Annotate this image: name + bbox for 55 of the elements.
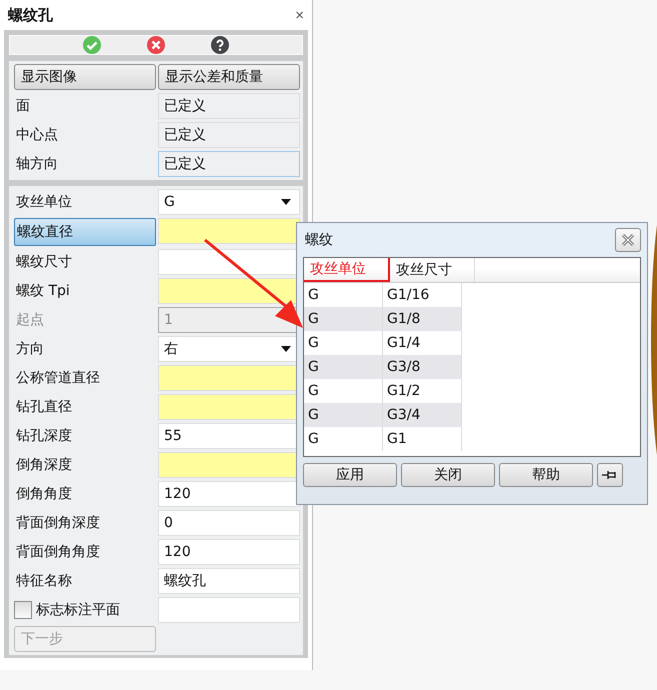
- field-label[interactable]: 螺纹尺寸: [14, 249, 156, 275]
- field-label[interactable]: 特征名称: [14, 568, 156, 594]
- status-field[interactable]: 已定义: [158, 93, 300, 119]
- field-label[interactable]: 背面倒角角度: [14, 539, 156, 565]
- field-label: 中心点: [15, 126, 59, 145]
- close-button[interactable]: [615, 228, 641, 252]
- input-field[interactable]: 120: [158, 481, 300, 507]
- field-label[interactable]: 倒角角度: [14, 481, 156, 507]
- panel-title: 螺纹孔: [8, 6, 53, 24]
- table-cell: G: [304, 307, 383, 331]
- field-label[interactable]: 攻丝单位: [14, 189, 156, 215]
- field-label[interactable]: 倒角深度: [14, 452, 156, 478]
- input-field[interactable]: [158, 218, 300, 244]
- column-header[interactable]: 攻丝尺寸: [390, 258, 475, 282]
- table-cell: G3/8: [383, 355, 462, 379]
- status-field[interactable]: 已定义: [158, 122, 300, 148]
- field-label[interactable]: 背面倒角深度: [14, 510, 156, 536]
- view-button[interactable]: 显示公差和质量: [158, 64, 300, 90]
- confirm-icon[interactable]: [83, 36, 101, 54]
- caret-icon: [281, 346, 291, 352]
- dropdown[interactable]: G: [158, 189, 300, 215]
- pin-icon: [602, 470, 618, 480]
- status-field[interactable]: 已定义: [158, 151, 300, 177]
- close-button[interactable]: ×: [293, 6, 306, 24]
- column-header[interactable]: 攻丝单位: [304, 258, 390, 282]
- input-field[interactable]: [158, 597, 300, 623]
- close-icon: [621, 233, 635, 247]
- field-label[interactable]: 螺纹 Tpi: [14, 278, 156, 304]
- dialog-button[interactable]: 帮助: [499, 463, 593, 487]
- table-cell: G3/4: [383, 403, 462, 427]
- dialog-button[interactable]: 应用: [303, 463, 397, 487]
- field-label: 轴方向: [15, 155, 59, 174]
- table-cell: G: [304, 403, 383, 427]
- table-cell: G1/8: [383, 307, 462, 331]
- table-cell: G1: [383, 427, 462, 451]
- dialog-button[interactable]: 关闭: [401, 463, 495, 487]
- view-button[interactable]: 显示图像: [14, 64, 156, 90]
- field-label[interactable]: 公称管道直径: [14, 365, 156, 391]
- input-field[interactable]: 螺纹孔: [158, 568, 300, 594]
- checkbox[interactable]: [14, 601, 32, 619]
- field-label: 面: [15, 97, 31, 116]
- field-label[interactable]: 方向: [14, 336, 156, 362]
- checkbox-label: 标志标注平面: [35, 601, 120, 620]
- table-cell: G: [304, 427, 383, 451]
- field-label[interactable]: 钻孔深度: [14, 423, 156, 449]
- dialog-title: 螺纹: [305, 231, 333, 249]
- field-label[interactable]: 钻孔直径: [14, 394, 156, 420]
- input-field[interactable]: 0: [158, 510, 300, 536]
- input-field[interactable]: 120: [158, 539, 300, 565]
- table-cell: G: [304, 355, 383, 379]
- pin-button[interactable]: [597, 463, 623, 487]
- help-icon[interactable]: [211, 36, 229, 54]
- field-label[interactable]: 螺纹直径: [14, 218, 156, 246]
- caret-icon: [281, 199, 291, 205]
- cancel-icon[interactable]: [147, 36, 165, 54]
